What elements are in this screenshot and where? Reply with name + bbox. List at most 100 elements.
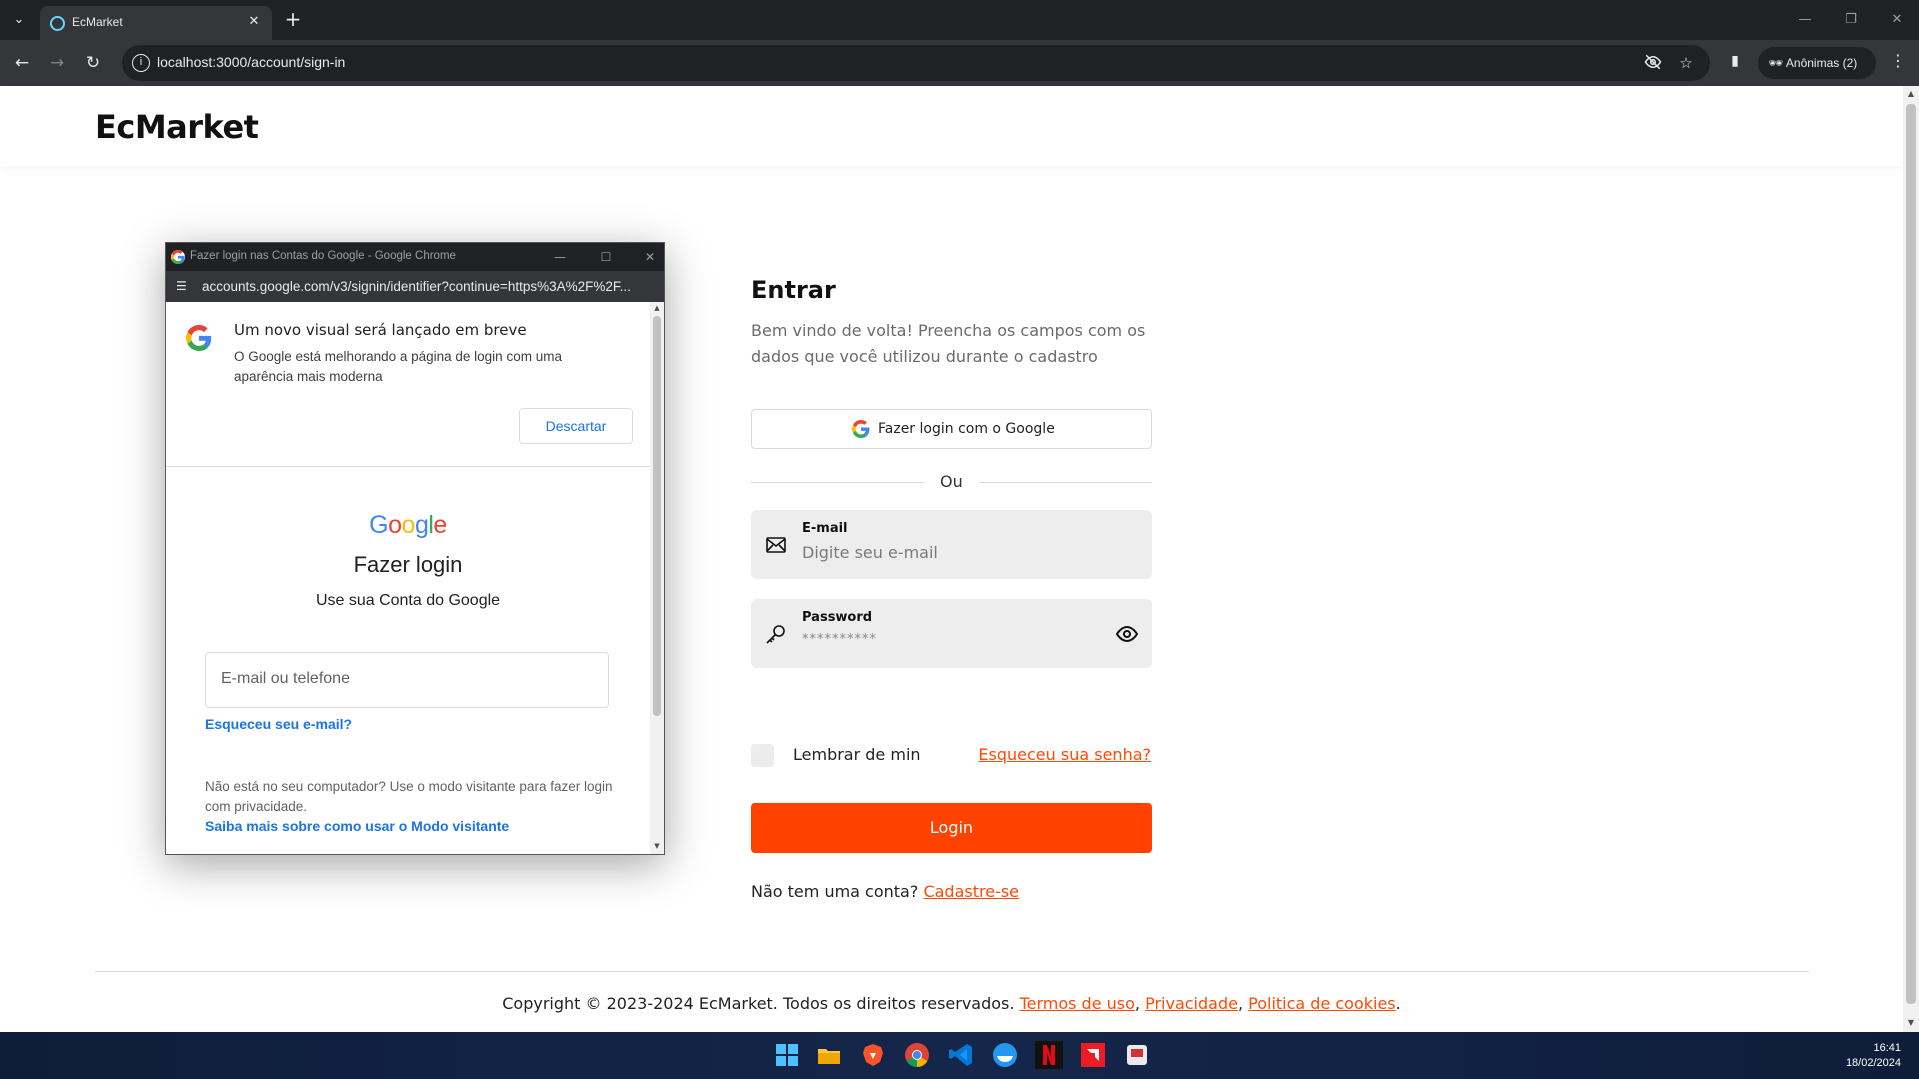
scroll-thumb[interactable]: [1906, 104, 1916, 1004]
email-field[interactable]: E-mail: [751, 510, 1152, 579]
signin-title: Entrar: [751, 276, 836, 304]
forgot-email-link[interactable]: Esqueceu seu e-mail?: [205, 716, 352, 732]
email-label: E-mail: [802, 521, 848, 536]
site-logo[interactable]: EcMarket: [95, 108, 259, 146]
guest-mode-text: Não está no seu computador? Use o modo v…: [205, 779, 613, 814]
password-label: Password: [802, 610, 873, 625]
footer: Copyright © 2023-2024 EcMarket. Todos os…: [502, 994, 1401, 1013]
signup-link[interactable]: Cadastre-se: [923, 882, 1019, 901]
google-g-icon: [852, 420, 870, 438]
notice-title: Um novo visual será lançado em breve: [234, 321, 527, 339]
dismiss-button[interactable]: Descartar: [519, 408, 633, 444]
show-password-eye-icon[interactable]: [1115, 622, 1139, 646]
password-input[interactable]: **********: [802, 632, 1092, 647]
browser-tab[interactable]: EcMarket ✕: [40, 6, 272, 40]
remember-label[interactable]: Lembrar de min: [793, 745, 921, 764]
popup-scroll-thumb[interactable]: [653, 316, 661, 716]
browser-menu-icon[interactable]: ⋮: [1888, 51, 1908, 75]
divider-text: Ou: [940, 472, 963, 491]
google-signin-heading: Fazer login: [353, 552, 463, 577]
notice-divider: [166, 466, 650, 467]
popup-body: Um novo visual será lançado em breve O G…: [166, 302, 650, 854]
windows-start-icon[interactable]: [773, 1041, 801, 1069]
system-clock[interactable]: 16:41 18/02/2024: [1846, 1041, 1901, 1071]
address-url[interactable]: localhost:3000/account/sign-in: [157, 54, 345, 70]
signup-prompt: Não tem uma conta? Cadastre-se: [751, 882, 1019, 901]
browser-tab-bar: ⌄ EcMarket ✕ + — ❐ ✕: [0, 0, 1919, 40]
google-login-label: Fazer login com o Google: [878, 421, 1055, 437]
browser-toolbar: ← → ↻ i localhost:3000/account/sign-in ☆…: [0, 40, 1919, 86]
key-icon: [766, 625, 785, 644]
popup-minimize-icon[interactable]: —: [550, 247, 570, 267]
scroll-down-icon[interactable]: ▼: [1906, 1018, 1916, 1027]
guest-mode-link[interactable]: Saiba mais sobre como usar o Modo visita…: [205, 818, 509, 834]
docker-icon[interactable]: [991, 1041, 1019, 1069]
react-favicon-icon: [50, 16, 65, 31]
site-info-icon[interactable]: i: [132, 54, 150, 72]
google-favicon-icon: [171, 250, 185, 264]
cookies-link[interactable]: Politica de cookies: [1248, 994, 1396, 1013]
address-bar[interactable]: i localhost:3000/account/sign-in ☆: [122, 45, 1710, 81]
file-explorer-icon[interactable]: [815, 1041, 843, 1069]
windows-taskbar: 16:41 18/02/2024: [0, 1032, 1919, 1079]
tab-close-icon[interactable]: ✕: [244, 12, 264, 32]
popup-scroll-down-icon[interactable]: ▼: [652, 842, 662, 850]
popup-window-title: Fazer login nas Contas do Google - Googl…: [190, 250, 456, 262]
privacy-link[interactable]: Privacidade: [1145, 994, 1238, 1013]
popup-scroll-up-icon[interactable]: ▲: [652, 304, 662, 312]
email-input[interactable]: [802, 543, 1092, 562]
login-button[interactable]: Login: [751, 803, 1152, 853]
new-tab-button[interactable]: +: [282, 9, 304, 31]
snipping-tool-icon[interactable]: [1123, 1041, 1151, 1069]
popup-scrollbar[interactable]: ▲ ▼: [650, 302, 664, 854]
popup-url: accounts.google.com/v3/signin/identifier…: [202, 279, 631, 294]
vscode-icon[interactable]: [947, 1041, 975, 1069]
minimize-icon[interactable]: —: [1790, 8, 1820, 32]
copyright-text: Copyright © 2023-2024 EcMarket. Todos os…: [502, 994, 1015, 1013]
google-signin-popup: Fazer login nas Contas do Google - Googl…: [165, 242, 665, 855]
back-arrow-icon[interactable]: ←: [10, 51, 34, 75]
popup-title-bar[interactable]: Fazer login nas Contas do Google - Googl…: [166, 243, 664, 271]
google-g-icon: [186, 325, 212, 351]
chrome-icon[interactable]: [903, 1041, 931, 1069]
page-scrollbar[interactable]: ▲ ▼: [1903, 86, 1919, 1032]
google-signin-subheading: Use sua Conta do Google: [315, 592, 501, 609]
tab-title: EcMarket: [72, 15, 123, 29]
bookmark-star-icon[interactable]: ☆: [1676, 53, 1696, 73]
restore-icon[interactable]: ❐: [1836, 8, 1866, 32]
popup-maximize-icon[interactable]: ☐: [596, 247, 616, 267]
reload-icon[interactable]: ↻: [81, 51, 105, 75]
incognito-icon: 🕶: [1768, 56, 1784, 70]
clock-date: 18/02/2024: [1845, 1057, 1901, 1069]
amd-software-icon[interactable]: [1079, 1041, 1107, 1069]
scroll-up-icon[interactable]: ▲: [1906, 89, 1916, 98]
popup-close-icon[interactable]: ✕: [640, 247, 660, 267]
forgot-password-link[interactable]: Esqueceu sua senha?: [978, 745, 1151, 764]
divider-line-right: [979, 482, 1152, 483]
netflix-icon[interactable]: [1035, 1041, 1063, 1069]
incognito-badge[interactable]: 🕶 Anônimas (2): [1758, 47, 1876, 79]
eye-slash-icon[interactable]: [1643, 53, 1663, 73]
google-logo: Google: [369, 511, 447, 539]
footer-divider: [95, 971, 1809, 972]
side-panel-icon[interactable]: ▮: [1725, 53, 1745, 73]
divider-line-left: [751, 482, 924, 483]
password-field[interactable]: Password **********: [751, 599, 1152, 668]
window-close-icon[interactable]: ✕: [1882, 8, 1912, 32]
forward-arrow-icon[interactable]: →: [45, 51, 69, 75]
notice-text: O Google está melhorando a página de log…: [234, 349, 562, 384]
or-divider: Ou: [751, 472, 1152, 492]
signin-subtitle: Bem vindo de volta! Preencha os campos c…: [751, 321, 1146, 366]
site-header: EcMarket: [0, 86, 1903, 166]
remember-checkbox[interactable]: [751, 744, 774, 767]
tab-search-chevron-icon[interactable]: ⌄: [6, 9, 32, 31]
site-settings-icon[interactable]: ☰: [176, 279, 190, 293]
google-login-button[interactable]: Fazer login com o Google: [751, 409, 1152, 449]
no-account-text: Não tem uma conta?: [751, 882, 919, 901]
incognito-label: Anônimas (2): [1785, 56, 1858, 70]
popup-url-bar: ☰ accounts.google.com/v3/signin/identifi…: [166, 271, 664, 302]
terms-link[interactable]: Termos de uso: [1020, 994, 1135, 1013]
brave-browser-icon[interactable]: [859, 1041, 887, 1069]
google-email-input[interactable]: [221, 670, 591, 688]
google-email-field[interactable]: [205, 652, 609, 708]
